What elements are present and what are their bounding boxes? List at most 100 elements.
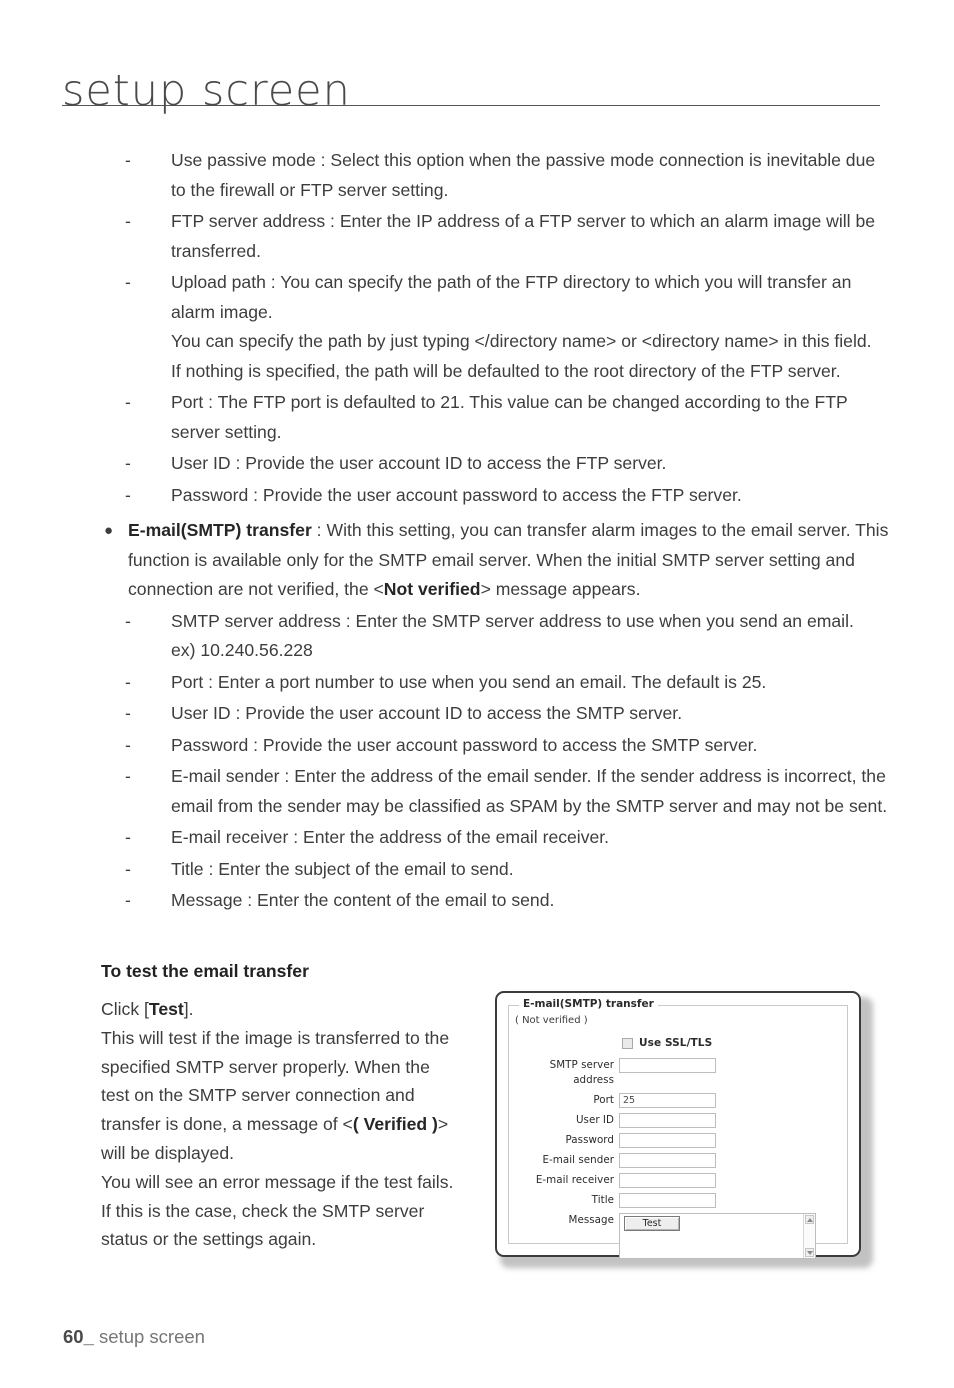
field-input[interactable] [619,1153,716,1168]
text-line: Use passive mode : Select this option wh… [171,150,876,200]
dash-marker: - [125,484,131,505]
ftp-options-list: - Use passive mode : Select this option w… [101,146,891,510]
smtp-item-1: - Port : Enter a port number to use when … [101,668,891,698]
ftp-item-2: - Upload path : You can specify the path … [101,268,891,386]
ssl-inner: Use SSL/TLS [622,1037,712,1049]
text-line: SMTP server address : Enter the SMTP ser… [171,610,854,631]
form-row-2: User ID [509,1113,847,1128]
text-line: User ID : Provide the user account ID to… [171,453,667,473]
text-line: Port : Enter a port number to use when y… [171,671,767,692]
text-line: Port : The FTP port is defaulted to 21. … [171,392,848,442]
not-verified-emphasis: Not verified [383,579,481,599]
ftp-item-text: User ID : Provide the user account ID to… [171,449,891,479]
smtp-item-text: Port : Enter a port number to use when y… [171,668,891,698]
dash-marker: - [125,827,131,847]
dash-marker: - [125,703,131,723]
field-rows: SMTP server address Port User ID Password E-… [509,1058,847,1208]
instruction-line-click-test: Click [Test]. [101,995,461,1024]
dash-marker: - [125,858,131,879]
ftp-item-0: - Use passive mode : Select this option w… [101,146,891,205]
verification-status: ( Not verified ) [515,1015,588,1026]
ftp-item-text: Upload path : You can specify the path o… [171,268,891,386]
list-item-smtp-transfer: ● E-mail(SMTP) transfer : With this sett… [101,516,891,605]
field-input[interactable] [619,1093,716,1108]
click-suffix: ]. [183,999,194,1019]
smtp-item-text: SMTP server address : Enter the SMTP ser… [171,607,891,666]
smtp-item-4: - E-mail sender : Enter the address of th… [101,762,891,821]
smtp-item-2: - User ID : Provide the user account ID t… [101,699,891,729]
smtp-options-list: - SMTP server address : Enter the SMTP se… [101,607,891,916]
smtp-item-text: Password : Provide the user account pass… [171,731,891,761]
field-input[interactable] [619,1173,716,1188]
dash-marker: - [125,671,131,692]
field-label: E-mail sender [542,1154,614,1166]
smtp-fieldset: E-mail(SMTP) transfer ( Not verified ) U… [508,998,848,1259]
bullet-dot-icon: ● [104,522,114,539]
page-header: setup screen [62,68,880,114]
message-label: Message [568,1214,614,1226]
smtp-item-6: - Title : Enter the subject of the email … [101,855,891,885]
form-row-5: E-mail receiver [509,1173,847,1188]
dash-marker: - [125,734,131,755]
smtp-transfer-text: E-mail(SMTP) transfer : With this settin… [128,516,891,605]
verified-keyword: ( Verified ) [352,1114,438,1135]
ftp-item-text: Port : The FTP port is defaulted to 21. … [171,388,891,447]
text-line: Upload path : You can specify the path o… [171,272,852,322]
ssl-row: Use SSL/TLS [509,1037,847,1049]
test-instructions: Click [Test]. This will test if the imag… [101,995,461,1254]
smtp-transfer-lead: E-mail(SMTP) transfer [128,520,312,540]
dash-marker: - [125,392,131,412]
instruction-line-error: You will see an error message if the tes… [101,1171,454,1192]
dash-marker: - [125,610,131,631]
form-row-3: Password [509,1133,847,1148]
field-label: Password [565,1134,614,1146]
test-row: Test [624,1213,680,1231]
field-input[interactable] [619,1058,716,1073]
ftp-item-1: - FTP server address : Enter the IP addre… [101,207,891,266]
field-label: Title [591,1194,614,1206]
smtp-dialog-screenshot: E-mail(SMTP) transfer ( Not verified ) U… [495,991,873,1268]
smtp-item-text: E-mail sender : Enter the address of the… [171,762,891,821]
content-body: - Use passive mode : Select this option w… [101,146,891,918]
instruction-line-recheck: If this is the case, check the SMTP serv… [101,1200,425,1250]
click-prefix: Click [ [101,999,149,1019]
test-button[interactable]: Test [624,1216,680,1231]
field-label: Port [593,1094,614,1106]
dash-marker: - [125,150,131,170]
field-input[interactable] [619,1113,716,1128]
text-line: ex) 10.240.56.228 [171,640,313,660]
ftp-item-3: - Port : The FTP port is defaulted to 21.… [101,388,891,447]
field-label: SMTP server address [549,1059,614,1086]
text-line: Password : Provide the user account pass… [171,734,758,755]
ftp-item-text: Password : Provide the user account pass… [171,481,891,511]
use-ssl-tls-checkbox[interactable] [622,1037,633,1049]
footer-label: setup screen [99,1326,205,1347]
smtp-form: SMTP server address Port User ID Password E-… [509,1058,847,1264]
form-row-1: Port [509,1093,847,1108]
field-input[interactable] [619,1193,716,1208]
message-scrollbar[interactable] [803,1214,815,1258]
text-line: E-mail receiver : Enter the address of t… [171,827,610,847]
field-input[interactable] [619,1133,716,1148]
smtp-item-3: - Password : Provide the user account pas… [101,731,891,761]
form-row-4: E-mail sender [509,1153,847,1168]
text-line: Password : Provide the user account pass… [171,484,742,505]
use-ssl-tls-label: Use SSL/TLS [639,1037,713,1049]
smtp-item-text: E-mail receiver : Enter the address of t… [171,823,891,853]
test-keyword: Test [148,999,184,1019]
scroll-down-arrow-icon[interactable] [805,1248,814,1257]
fieldset-legend: E-mail(SMTP) transfer [519,998,658,1010]
smtp-item-text: Message : Enter the content of the email… [171,886,891,916]
field-label: E-mail receiver [535,1174,614,1186]
text-line: You can specify the path by just typing … [171,331,872,351]
smtp-transfer-part2: > message appears. [480,579,641,599]
dialog-panel: E-mail(SMTP) transfer ( Not verified ) U… [495,991,861,1259]
text-line: Message : Enter the content of the email… [171,890,555,910]
smtp-item-7: - Message : Enter the content of the emai… [101,886,891,916]
smtp-item-0: - SMTP server address : Enter the SMTP se… [101,607,891,666]
dash-marker: - [125,890,131,910]
scroll-up-arrow-icon[interactable] [805,1215,814,1224]
smtp-item-text: User ID : Provide the user account ID to… [171,699,891,729]
page-footer: 60_ setup screen [63,1326,205,1348]
smtp-item-5: - E-mail receiver : Enter the address of … [101,823,891,853]
